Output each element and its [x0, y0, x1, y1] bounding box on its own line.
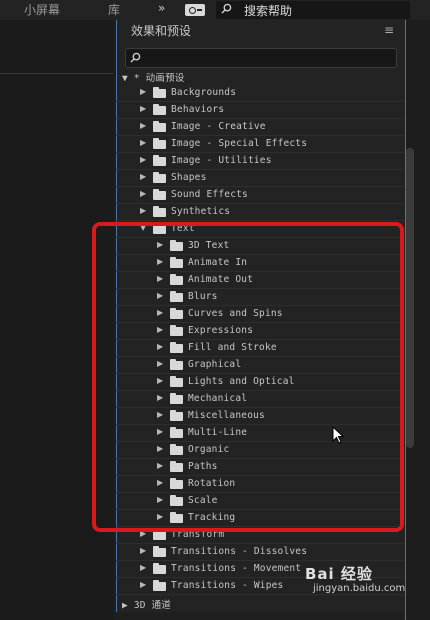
folder-icon — [153, 87, 166, 98]
chevron-right-icon[interactable]: ▶ — [140, 580, 146, 589]
tree-row[interactable]: ▼ * 动画预设 — [116, 68, 404, 85]
chevron-right-icon[interactable]: ▶ — [140, 546, 146, 555]
tree-row[interactable]: ▶ Behaviors — [116, 102, 404, 119]
folder-icon — [153, 138, 166, 149]
chevron-right-icon[interactable]: ▶ — [140, 189, 146, 198]
tree-row[interactable]: ▶ Synthetics — [116, 204, 404, 221]
chevron-right-icon[interactable]: ▶ — [140, 172, 146, 181]
watermark-url: jingyan.baidu.com — [313, 583, 406, 594]
folder-icon — [153, 206, 166, 217]
watermark-logo: Bai 经验 — [305, 565, 373, 583]
folder-icon — [153, 104, 166, 115]
chevron-right-icon[interactable]: ▶ — [140, 138, 146, 147]
tree-row[interactable]: ▶ Image - Special Effects — [116, 136, 404, 153]
tree-row-label: Behaviors — [171, 104, 225, 115]
tree-row[interactable]: ▶ Image - Creative — [116, 119, 404, 136]
chevron-right-icon[interactable]: ▶ — [140, 87, 146, 96]
top-bar: 小屏幕 库 » 搜索帮助 — [0, 0, 430, 20]
chevron-right-icon[interactable]: ▶ — [140, 563, 146, 572]
tree-row-label: Shapes — [171, 172, 207, 183]
tree-row-label: Image - Utilities — [171, 155, 272, 166]
tree-row-label: Sound Effects — [171, 189, 248, 200]
help-search-field[interactable]: 搜索帮助 — [216, 1, 410, 19]
effects-search-input[interactable] — [125, 48, 397, 68]
mouse-cursor-icon — [332, 426, 344, 444]
tree-row[interactable]: ▶ 3D 通道 — [116, 595, 404, 612]
folder-icon — [153, 563, 166, 574]
highlight-box — [92, 222, 404, 532]
folder-icon — [153, 172, 166, 183]
folder-icon — [153, 580, 166, 591]
tree-row-label: Image - Special Effects — [171, 138, 308, 149]
panel-title: 效果和预设 — [131, 24, 192, 38]
chevron-right-icon[interactable]: ▶ — [140, 104, 146, 113]
folder-icon — [153, 546, 166, 557]
search-icon — [130, 52, 141, 63]
tree-row[interactable]: ▶ Shapes — [116, 170, 404, 187]
tree-category-label: ▼ * 动画预设 — [122, 73, 185, 84]
bottom-strip — [116, 612, 404, 620]
tree-category-label: ▶ 3D 通道 — [122, 600, 171, 611]
tree-row-label: Backgrounds — [171, 87, 237, 98]
folder-icon — [153, 189, 166, 200]
tree-row-label: Image - Creative — [171, 121, 266, 132]
tree-row[interactable]: ▶ Transitions - Dissolves — [116, 544, 404, 561]
more-panels-icon[interactable]: » — [158, 1, 165, 15]
panel-menu-icon[interactable]: ≡ — [384, 23, 394, 37]
scrollbar[interactable] — [406, 148, 414, 448]
search-icon — [221, 3, 232, 14]
folder-icon — [153, 121, 166, 132]
tab-small-screen[interactable]: 小屏幕 — [24, 1, 60, 18]
tab-library[interactable]: 库 — [108, 1, 120, 18]
tree-row[interactable]: ▶ Image - Utilities — [116, 153, 404, 170]
tree-row-label: Synthetics — [171, 206, 231, 217]
divider — [0, 73, 113, 74]
chevron-right-icon[interactable]: ▶ — [140, 155, 146, 164]
chevron-right-icon[interactable]: ▶ — [140, 121, 146, 130]
help-search-text: 搜索帮助 — [244, 4, 293, 18]
tree-row-label: Transitions - Dissolves — [171, 546, 308, 557]
chevron-right-icon[interactable]: ▶ — [140, 206, 146, 215]
workspace-icon[interactable] — [185, 4, 205, 16]
tree-row-label: Transitions - Movement — [171, 563, 302, 574]
watermark: Bai 经验 jingyan.baidu.com — [305, 563, 405, 594]
tree-row[interactable]: ▶ Backgrounds — [116, 85, 404, 102]
folder-icon — [153, 529, 166, 540]
tree-row-label: Transitions - Wipes — [171, 580, 284, 591]
tree-row[interactable]: ▶ Sound Effects — [116, 187, 404, 204]
folder-icon — [153, 155, 166, 166]
